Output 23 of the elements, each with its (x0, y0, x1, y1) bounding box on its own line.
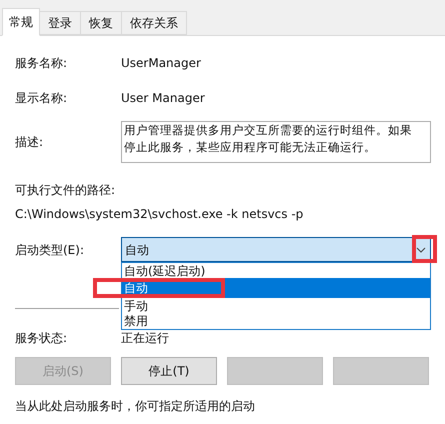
tab[interactable]: 依存关系 (122, 11, 187, 35)
tab[interactable]: 常规 (2, 8, 40, 36)
field-label: 可执行文件的路径: (15, 182, 116, 199)
field-value: 正在运行 (121, 330, 169, 347)
description-box: 用户管理器提供多用户交互所需要的运行时组件。如果停止此服务，某些应用程序可能无法正确运行。 (121, 121, 431, 163)
field-label: 启动类型(E): (15, 242, 85, 259)
tab[interactable]: 登录 (40, 11, 81, 35)
field-value: UserManager (121, 55, 201, 72)
highlight-box (412, 235, 437, 263)
field-label: 描述: (15, 134, 44, 151)
tab[interactable]: 恢复 (81, 11, 122, 35)
field-value: User Manager (121, 90, 205, 107)
dropdown-option[interactable]: 自动(延迟启动) (122, 263, 430, 278)
field-label: 显示名称: (15, 90, 68, 107)
dropdown-option[interactable]: 禁用 (122, 313, 430, 328)
startup-type-dropdown[interactable]: 自动 (121, 237, 431, 262)
chevron-down-icon (416, 246, 426, 252)
dropdown-option[interactable]: 手动 (122, 298, 430, 313)
field-label: 服务名称: (15, 55, 68, 72)
footer-text: 当从此处启动服务时，你可指定所适用的启动 (15, 398, 256, 415)
field-label: 服务状态: (15, 330, 68, 347)
action-button[interactable]: 停止(T) (121, 357, 217, 385)
path-text: C:\Windows\system32\svchost.exe -k netsvcs -p (15, 206, 304, 223)
